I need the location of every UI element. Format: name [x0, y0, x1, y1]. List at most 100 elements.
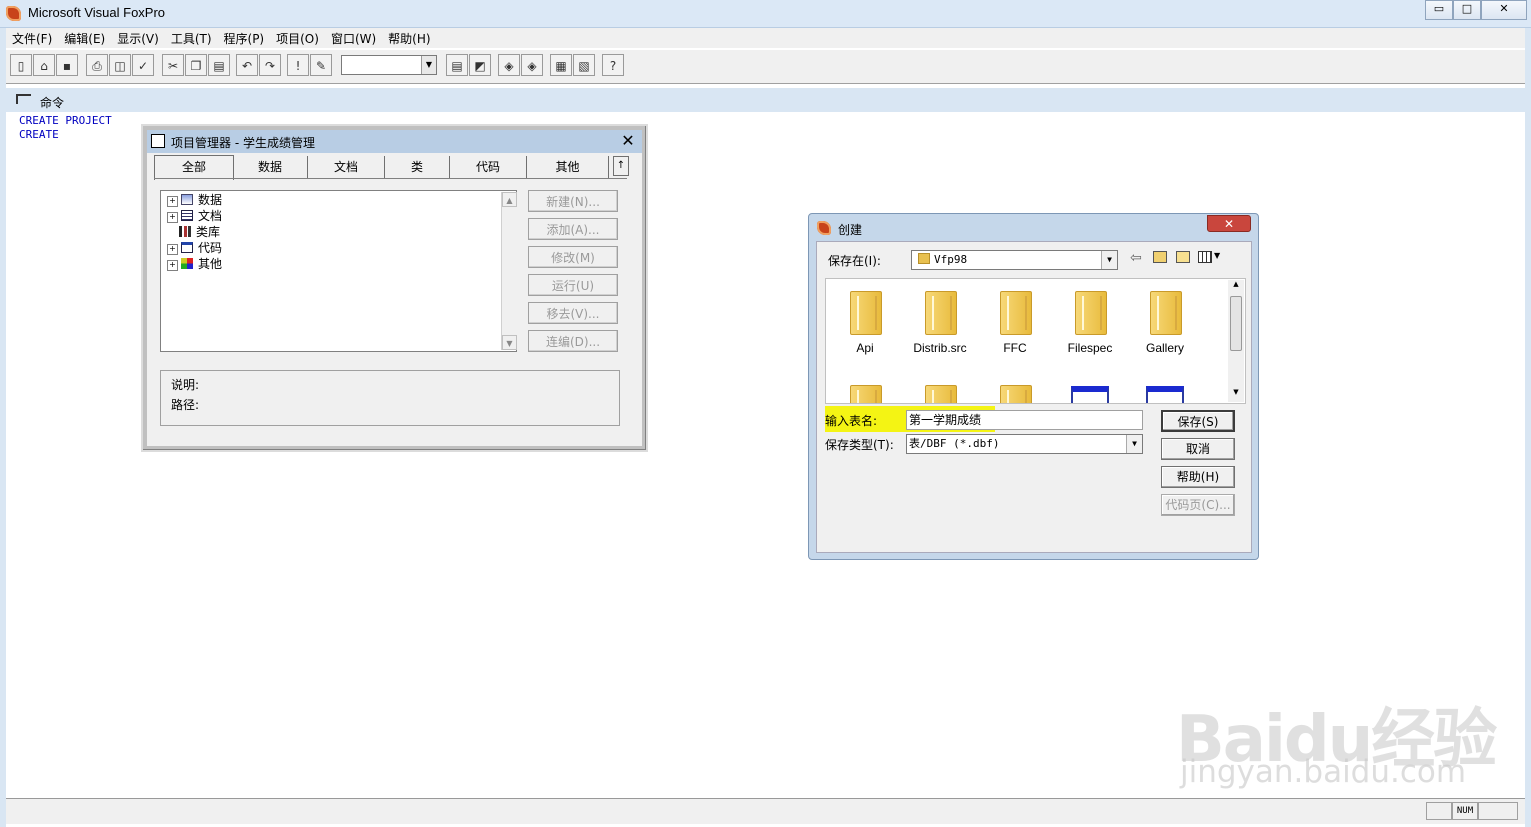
file-list-scrollbar[interactable]: ▲ ▼ — [1228, 280, 1244, 402]
help-icon[interactable]: ? — [602, 54, 624, 76]
minimize-button[interactable]: ▭ — [1425, 0, 1453, 20]
undo-icon[interactable]: ↶ — [236, 54, 258, 76]
back-arrow-icon[interactable]: ⇦ — [1130, 250, 1142, 266]
build-button[interactable]: 连编(D)... — [528, 330, 618, 352]
redo-icon[interactable]: ↷ — [259, 54, 281, 76]
paste-icon[interactable]: ▤ — [208, 54, 230, 76]
scroll-thumb[interactable] — [1230, 296, 1242, 351]
print-icon[interactable]: ⎙ — [86, 54, 108, 76]
tree-item-other[interactable]: + 其他 — [167, 256, 222, 272]
project-tree[interactable]: + 数据 + 文档 类库 + 代码 + 其他 ▲ ▼ — [160, 190, 517, 352]
folder-item[interactable] — [980, 379, 1050, 403]
menu-program[interactable]: 程序(P) — [218, 28, 271, 49]
toolbar-combo[interactable]: ▼ — [341, 55, 437, 75]
up-folder-icon[interactable] — [1153, 251, 1167, 263]
modify-button[interactable]: 修改(M) — [528, 246, 618, 268]
chevron-down-icon[interactable]: ▼ — [421, 56, 436, 74]
folder-item-ffc[interactable]: FFC — [980, 285, 1050, 360]
standard-toolbar: ▯ ⌂ ▪ ⎙ ◫ ✓ ✂ ❐ ▤ ↶ ↷ ! ✎ ▼ ▤ ◩ ◈ ◈ ▦ ▧ … — [6, 49, 1525, 84]
cancel-button[interactable]: 取消 — [1161, 438, 1235, 460]
autoform-icon[interactable]: ▦ — [550, 54, 572, 76]
remove-button[interactable]: 移去(V)... — [528, 302, 618, 324]
spelling-icon[interactable]: ✓ — [132, 54, 154, 76]
scroll-up-icon[interactable]: ▲ — [1228, 280, 1244, 292]
close-icon[interactable]: ✕ — [618, 132, 638, 150]
scroll-down-icon[interactable]: ▼ — [1228, 388, 1244, 400]
expand-icon[interactable]: + — [167, 244, 178, 255]
table-file-icon[interactable] — [1146, 386, 1184, 403]
view-window-icon[interactable]: ◩ — [469, 54, 491, 76]
save-in-combo[interactable]: Vfp98 ▼ — [911, 250, 1118, 270]
tree-item-label: 数据 — [198, 193, 223, 207]
codepage-button[interactable]: 代码页(C)... — [1161, 494, 1235, 516]
tab-classes[interactable]: 类 — [385, 156, 450, 178]
new-button[interactable]: 新建(N)... — [528, 190, 618, 212]
run-icon[interactable]: ! — [287, 54, 309, 76]
menu-project[interactable]: 项目(O) — [270, 28, 325, 49]
tree-scrollbar[interactable]: ▲ ▼ — [501, 192, 517, 350]
folder-item-gallery[interactable]: Gallery — [1130, 285, 1200, 360]
status-bar: NUM — [6, 798, 1525, 824]
chevron-down-icon[interactable]: ▼ — [1126, 435, 1142, 453]
open-file-icon[interactable]: ⌂ — [33, 54, 55, 76]
create-dialog-title: 创建 — [838, 223, 863, 237]
report-wizard-icon[interactable]: ◈ — [521, 54, 543, 76]
menu-view[interactable]: 显示(V) — [111, 28, 165, 49]
folder-item[interactable] — [830, 379, 900, 403]
collapse-toggle-button[interactable]: ↑ — [613, 156, 629, 176]
menu-file[interactable]: 文件(F) — [6, 28, 58, 49]
new-folder-icon[interactable] — [1176, 251, 1190, 263]
save-type-combo[interactable]: 表/DBF (*.dbf) ▼ — [906, 434, 1143, 454]
scroll-up-icon[interactable]: ▲ — [502, 192, 517, 207]
form-wizard-icon[interactable]: ◈ — [498, 54, 520, 76]
expand-icon[interactable]: + — [167, 196, 178, 207]
new-file-icon[interactable]: ▯ — [10, 54, 32, 76]
folder-item-distrib[interactable]: Distrib.src — [905, 285, 975, 360]
folder-item-filespec[interactable]: Filespec — [1055, 285, 1125, 360]
copy-icon[interactable]: ❐ — [185, 54, 207, 76]
folder-icon — [1150, 291, 1182, 335]
menu-edit[interactable]: 编辑(E) — [58, 28, 111, 49]
folder-item[interactable] — [905, 379, 975, 403]
close-icon[interactable]: ✕ — [1207, 215, 1251, 232]
project-manager-body: 全部 数据 文档 类 代码 其他 ↑ + 数据 + 文档 类库 + 代码 + 其他 ▲ — [147, 153, 642, 446]
tab-documents[interactable]: 文档 — [308, 156, 385, 178]
menu-tools[interactable]: 工具(T) — [165, 28, 218, 49]
menu-window[interactable]: 窗口(W) — [325, 28, 382, 49]
tab-code[interactable]: 代码 — [450, 156, 527, 178]
help-button[interactable]: 帮助(H) — [1161, 466, 1235, 488]
foxpro-logo-icon — [6, 6, 21, 21]
chevron-down-icon[interactable]: ▼ — [1214, 251, 1220, 260]
tree-item-class-library[interactable]: 类库 — [167, 224, 220, 240]
expand-icon[interactable]: + — [167, 260, 178, 271]
add-button[interactable]: 添加(A)... — [528, 218, 618, 240]
command-window-text[interactable]: CREATE PROJECT CREATE — [19, 114, 112, 142]
tree-item-documents[interactable]: + 文档 — [167, 208, 222, 224]
expand-icon[interactable]: + — [167, 212, 178, 223]
file-list[interactable]: Api Distrib.src FFC Filespec Gallery ▲ ▼ — [825, 278, 1246, 404]
close-window-button[interactable]: ✕ — [1481, 0, 1527, 20]
tree-item-data[interactable]: + 数据 — [167, 192, 222, 208]
modify-form-icon[interactable]: ✎ — [310, 54, 332, 76]
table-name-label: 输入表名: — [825, 414, 878, 428]
save-in-label: 保存在(I): — [828, 254, 881, 268]
tab-all[interactable]: 全部 — [154, 155, 234, 180]
tab-data[interactable]: 数据 — [233, 156, 308, 178]
menu-help[interactable]: 帮助(H) — [382, 28, 436, 49]
table-name-input[interactable]: 第一学期成绩 — [906, 410, 1143, 430]
maximize-button[interactable]: □ — [1453, 0, 1481, 20]
run-button[interactable]: 运行(U) — [528, 274, 618, 296]
chevron-down-icon[interactable]: ▼ — [1101, 251, 1117, 269]
autoreport-icon[interactable]: ▧ — [573, 54, 595, 76]
cut-icon[interactable]: ✂ — [162, 54, 184, 76]
tree-item-code[interactable]: + 代码 — [167, 240, 222, 256]
folder-item-api[interactable]: Api — [830, 285, 900, 360]
tab-other[interactable]: 其他 — [527, 156, 609, 178]
scroll-down-icon[interactable]: ▼ — [502, 335, 517, 350]
command-window-icon[interactable]: ▤ — [446, 54, 468, 76]
print-preview-icon[interactable]: ◫ — [109, 54, 131, 76]
view-menu-icon[interactable] — [1198, 251, 1212, 263]
save-button[interactable]: 保存(S) — [1161, 410, 1235, 432]
save-icon[interactable]: ▪ — [56, 54, 78, 76]
table-file-icon[interactable] — [1071, 386, 1109, 403]
